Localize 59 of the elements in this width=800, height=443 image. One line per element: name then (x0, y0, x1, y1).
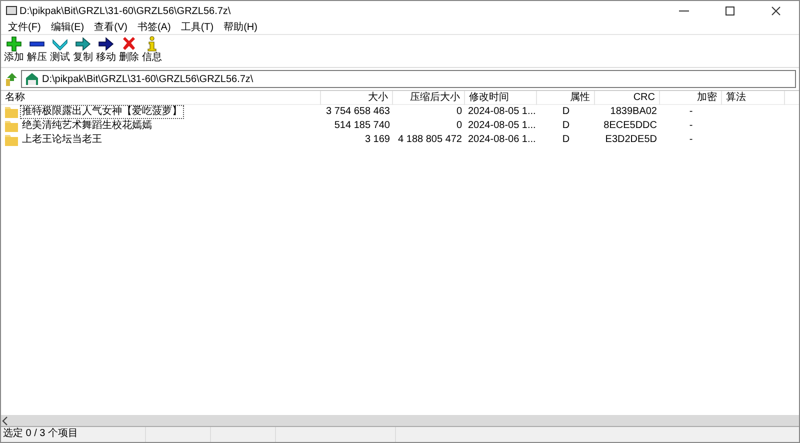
info-button[interactable]: 信息 (141, 35, 163, 67)
table-cell: 2024-08-05 1... (468, 119, 536, 133)
table-cell: 2024-08-05 1... (468, 105, 536, 119)
column-header[interactable]: 加密 (660, 91, 722, 105)
folder-icon (5, 106, 18, 118)
status-text: 选定 0 / 3 个项目 (1, 427, 146, 442)
table-cell: D (562, 119, 570, 133)
menu-item[interactable]: 书签(A) (132, 20, 176, 34)
table-cell: 1839BA02 (610, 105, 657, 119)
extract-button[interactable]: 解压 (26, 35, 48, 67)
delete-icon (121, 36, 137, 52)
table-cell: 3 169 (364, 133, 390, 147)
menu-item[interactable]: 查看(V) (89, 20, 132, 34)
up-folder-icon[interactable] (4, 72, 18, 86)
table-cell: D (562, 133, 570, 147)
column-header[interactable]: 算法 (722, 91, 785, 105)
archive-icon (25, 72, 39, 86)
window-title: D:\pikpak\Bit\GRZL\31-60\GRZL56\GRZL56.7z\ (20, 4, 232, 18)
table-cell: 3 754 658 463 (326, 105, 390, 119)
file-name[interactable]: 绝美清纯艺术舞蹈生校花嫣嫣 (20, 119, 154, 133)
address-field[interactable]: D:\pikpak\Bit\GRZL\31-60\GRZL56\GRZL56.7z\ (42, 72, 795, 86)
column-header[interactable]: 压缩后大小 (393, 91, 465, 105)
table-cell: 4 188 805 472 (398, 133, 462, 147)
table-cell: 8ECE5DDC (604, 119, 657, 133)
table-cell: - (689, 133, 693, 147)
table-cell: - (689, 119, 693, 133)
close-icon (771, 6, 781, 16)
column-header[interactable]: 大小 (321, 91, 393, 105)
arrow-icon (75, 36, 91, 52)
plus-icon (6, 36, 22, 52)
address-bar[interactable]: D:\pikpak\Bit\GRZL\31-60\GRZL56\GRZL56.7z\ (21, 70, 796, 88)
table-cell: 0 (456, 105, 462, 119)
delete-button[interactable]: 删除 (118, 35, 140, 67)
add-button[interactable]: 添加 (3, 35, 25, 67)
column-header[interactable]: 修改时间 (465, 91, 537, 105)
menu-item[interactable]: 编辑(E) (46, 20, 90, 34)
table-cell: 0 (456, 119, 462, 133)
app-icon (6, 6, 17, 16)
column-header[interactable]: CRC (595, 91, 660, 105)
test-button[interactable]: 测试 (49, 35, 71, 67)
folder-icon (5, 134, 18, 146)
table-cell: D (562, 105, 570, 119)
arrow-icon (98, 36, 114, 52)
table-cell: - (689, 105, 693, 119)
menu-item[interactable]: 文件(F) (3, 20, 46, 34)
table-cell: 514 185 740 (334, 119, 390, 133)
check-icon (52, 36, 68, 52)
folder-icon (5, 120, 18, 132)
move-button[interactable]: 移动 (95, 35, 117, 67)
menu-item[interactable]: 帮助(H) (218, 20, 262, 34)
column-header[interactable]: 属性 (537, 91, 595, 105)
menu-item[interactable]: 工具(T) (176, 20, 219, 34)
table-cell: 2024-08-06 1... (468, 133, 536, 147)
file-name[interactable]: 推特极限露出人气女神【爱吃菠萝】 (20, 105, 184, 119)
table-cell: E3D2DE5D (605, 133, 657, 147)
column-header[interactable]: 名称 (1, 91, 321, 105)
file-name[interactable]: 上老王论坛当老王 (20, 133, 104, 147)
copy-button[interactable]: 复制 (72, 35, 94, 67)
maximize-icon (725, 6, 735, 16)
